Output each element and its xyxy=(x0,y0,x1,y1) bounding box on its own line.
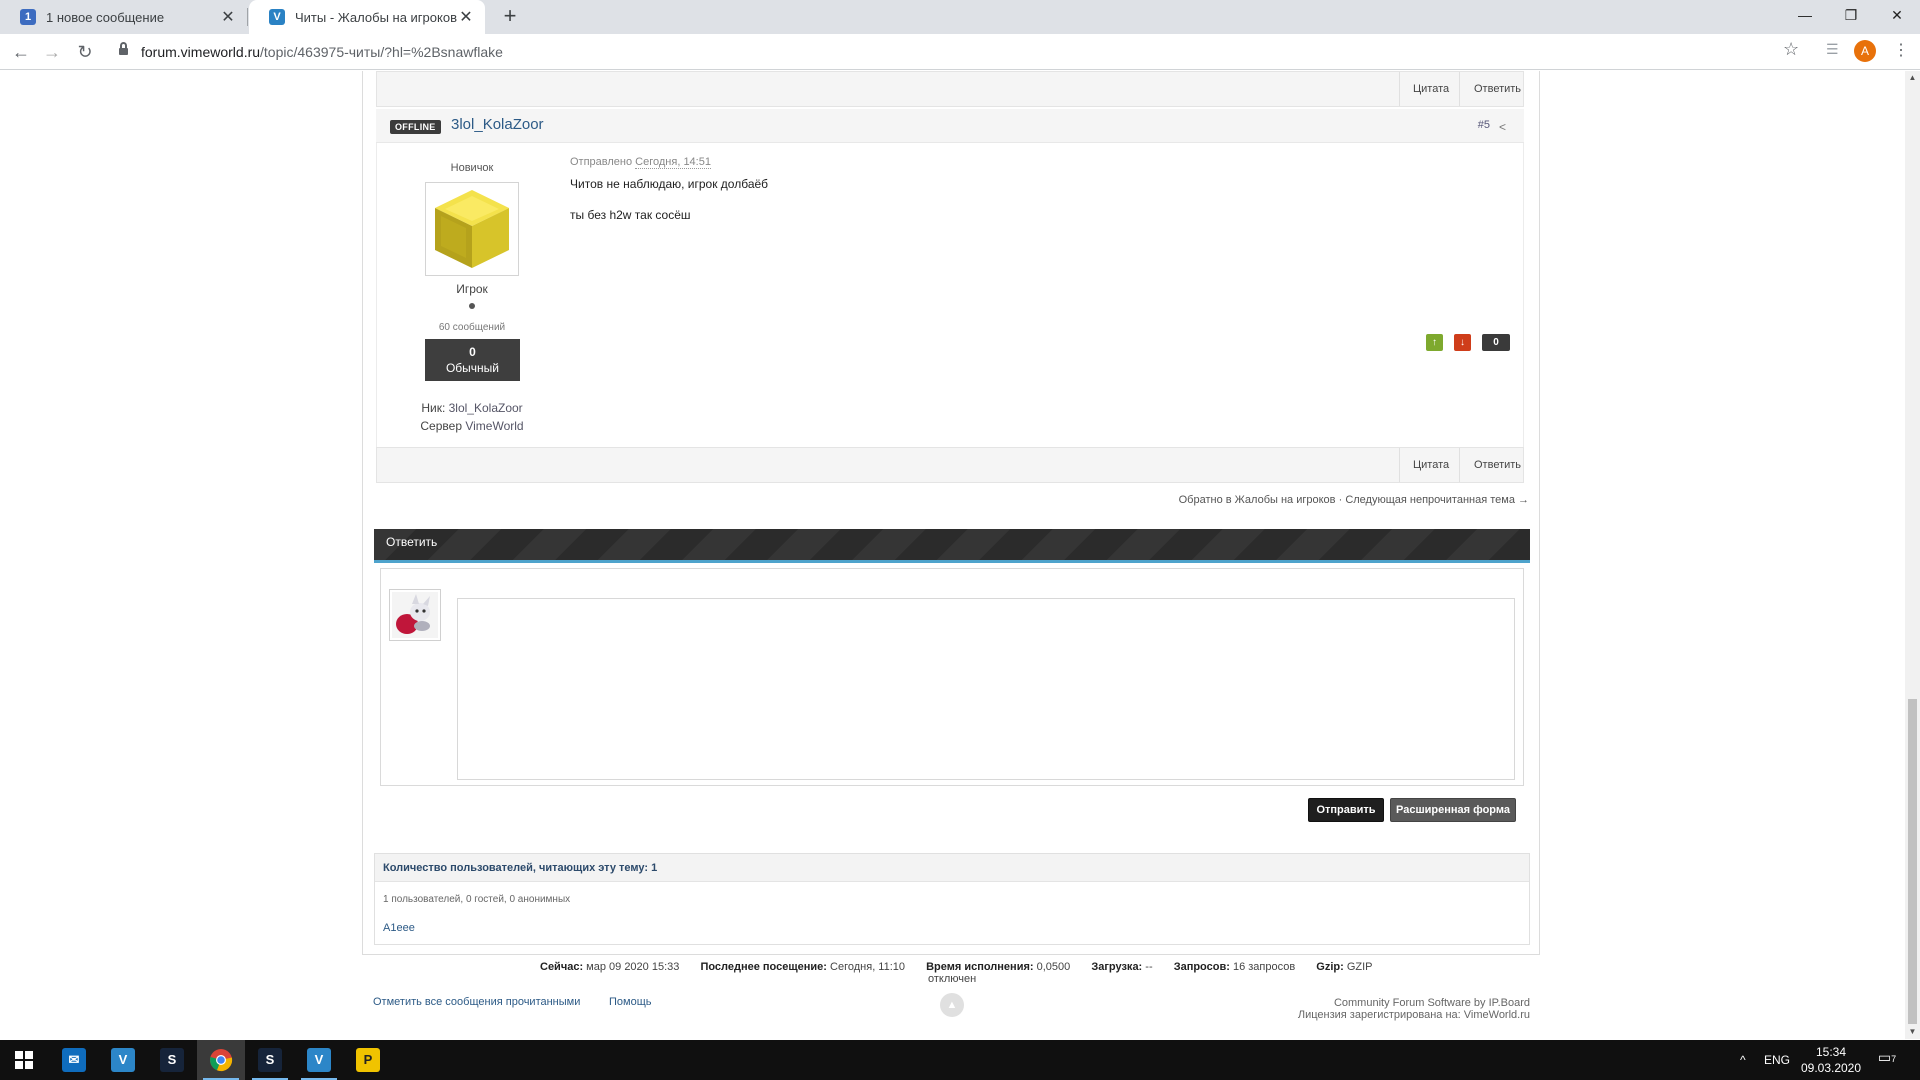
reply-header: Ответить xyxy=(374,529,1530,563)
post-number-link[interactable]: #5 xyxy=(1478,119,1490,131)
post-author-link[interactable]: 3lol_KolaZoor xyxy=(451,116,544,133)
custom-fields: Ник: 3lol_KolaZoor Сервер VimeWorld xyxy=(377,399,567,435)
vimeworld-icon[interactable]: V xyxy=(99,1040,147,1080)
gold-block-icon xyxy=(435,190,509,268)
minimize-icon[interactable]: — xyxy=(1782,0,1828,30)
reputation-value: 0 xyxy=(469,345,476,359)
active-readers: Количество пользователей, читающих эту т… xyxy=(374,853,1530,945)
post-body: Новичок Игрок 60 сообщений 0 Обычный Ник… xyxy=(376,143,1524,447)
tab-messages[interactable]: 1 1 новое сообщение ✕ xyxy=(0,0,247,34)
send-button[interactable]: Отправить xyxy=(1308,798,1384,822)
tab-divider xyxy=(247,8,248,26)
post-date: Сегодня, 14:51 xyxy=(635,156,711,169)
back-to-forum-link[interactable]: Обратно в Жалобы на игроков xyxy=(1179,494,1336,506)
window-close-icon[interactable]: ✕ xyxy=(1874,0,1920,30)
rank-title: Новичок xyxy=(450,162,494,174)
quote-button[interactable]: Цитата xyxy=(1405,448,1457,482)
scroll-down-icon[interactable]: ▼ xyxy=(1905,1025,1920,1039)
share-icon[interactable]: < xyxy=(1499,120,1506,134)
page-stats: Сейчас: мар 09 2020 15:33 Последнее посе… xyxy=(540,961,1373,985)
post-text-line: Читов не наблюдаю, игрок долбаёб xyxy=(570,177,769,191)
rep-down-icon[interactable]: ↓ xyxy=(1454,334,1471,351)
reply-button[interactable]: Ответить xyxy=(1466,72,1529,106)
lock-icon[interactable] xyxy=(119,42,128,56)
tab-favicon-icon: 1 xyxy=(20,9,36,25)
browser-toolbar: ← → ↻ forum.vimeworld.ru/topic/463975-чи… xyxy=(0,34,1920,70)
rank-pip-icon xyxy=(469,303,475,309)
tab-title: 1 новое сообщение xyxy=(46,9,165,25)
status-badge: OFFLINE xyxy=(390,120,441,134)
steam-icon[interactable]: S xyxy=(246,1040,294,1080)
mail-icon[interactable]: ✉ xyxy=(50,1040,98,1080)
next-unread-link[interactable]: Следующая непрочитанная тема → xyxy=(1345,494,1529,506)
post-meta: Отправлено Сегодня, 14:51 xyxy=(570,156,711,169)
readers-header: Количество пользователей, читающих эту т… xyxy=(375,854,1529,882)
page-viewport: Цитата Ответить OFFLINE 3lol_KolaZoor #5… xyxy=(0,71,1905,1039)
page-scrollbar[interactable]: ▲ ▼ xyxy=(1905,71,1920,1039)
full-editor-button[interactable]: Расширенная форма xyxy=(1390,798,1516,822)
menu-icon[interactable]: ⋮ xyxy=(1893,40,1909,62)
member-group: Игрок xyxy=(456,282,488,296)
mark-all-read-link[interactable]: Отметить все сообщения прочитанными xyxy=(373,996,580,1008)
windows-start-icon[interactable] xyxy=(0,1040,48,1080)
url-text[interactable]: forum.vimeworld.ru/topic/463975-читы/?hl… xyxy=(141,44,503,60)
author-info: Новичок Игрок 60 сообщений 0 Обычный Ник… xyxy=(377,143,567,447)
quote-button[interactable]: Цитата xyxy=(1405,72,1457,106)
chrome-icon[interactable] xyxy=(197,1040,245,1080)
my-avatar xyxy=(389,589,441,641)
notification-icon[interactable]: ▭7 xyxy=(1876,1049,1898,1071)
restore-icon[interactable]: ❐ xyxy=(1828,0,1874,30)
taskbar-clock[interactable]: 15:34 09.03.2020 xyxy=(1796,1044,1866,1076)
tab-topic[interactable]: V Читы - Жалобы на игроков - Vi ✕ xyxy=(249,0,485,34)
user-avatar-icon xyxy=(392,592,438,638)
nick-field: Ник: 3lol_KolaZoor xyxy=(421,401,523,415)
steam-icon[interactable]: S xyxy=(148,1040,196,1080)
forum-credits: Community Forum Software by IP.Board Лиц… xyxy=(1297,997,1530,1021)
rep-up-icon[interactable]: ↑ xyxy=(1426,334,1443,351)
scroll-thumb[interactable] xyxy=(1908,699,1917,1024)
server-field: Сервер VimeWorld xyxy=(420,419,524,433)
topic-navigation: Обратно в Жалобы на игроков · Следующая … xyxy=(1178,494,1529,506)
new-tab-plus-icon[interactable]: + xyxy=(498,5,522,29)
reply-button[interactable]: Ответить xyxy=(1466,448,1529,482)
language-indicator[interactable]: ENG xyxy=(1764,1040,1790,1080)
scroll-to-top-icon[interactable]: ▲ xyxy=(940,993,964,1017)
windows-taskbar: ✉ V S S V P ^ ENG 15:34 09.03.2020 ▭7 xyxy=(0,1040,1920,1080)
extension-icon[interactable]: ☰ xyxy=(1826,41,1846,61)
fast-reply-box: Отправить Расширенная форма xyxy=(380,568,1524,822)
profile-avatar[interactable]: A xyxy=(1854,40,1876,62)
close-icon[interactable]: ✕ xyxy=(457,8,475,26)
vimeworld-icon[interactable]: V xyxy=(295,1040,343,1080)
readers-summary: 1 пользователей, 0 гостей, 0 анонимных xyxy=(383,894,571,905)
tab-title: Читы - Жалобы на игроков - Vi xyxy=(295,9,457,25)
chevron-up-icon[interactable]: ^ xyxy=(1740,1040,1746,1080)
post-controls: Цитата Ответить xyxy=(376,447,1524,483)
forward-icon[interactable]: → xyxy=(40,40,64,64)
scroll-up-icon[interactable]: ▲ xyxy=(1905,71,1920,85)
close-icon[interactable]: ✕ xyxy=(219,8,237,26)
reply-textarea[interactable] xyxy=(457,598,1515,780)
address-bar[interactable]: forum.vimeworld.ru/topic/463975-читы/?hl… xyxy=(107,38,1787,66)
post-controls-prev: Цитата Ответить xyxy=(376,71,1524,107)
star-icon[interactable]: ☆ xyxy=(1783,39,1799,60)
author-avatar[interactable] xyxy=(425,182,519,276)
tab-strip: 1 1 новое сообщение ✕ V Читы - Жалобы на… xyxy=(0,0,1920,34)
vimeworld-favicon-icon: V xyxy=(269,9,285,25)
reputation-label: Обычный xyxy=(445,361,500,375)
rep-score: 0 xyxy=(1482,334,1510,351)
reputation-box: 0 Обычный xyxy=(425,339,520,381)
post-text-line: ты без h2w так сосёш xyxy=(570,208,691,222)
post-count: 60 сообщений xyxy=(438,322,506,333)
post-header: OFFLINE 3lol_KolaZoor #5 < xyxy=(376,109,1524,143)
help-link[interactable]: Помощь xyxy=(609,996,652,1008)
back-icon[interactable]: ← xyxy=(9,40,33,64)
reload-icon[interactable]: ↻ xyxy=(73,40,97,64)
reader-user-link[interactable]: A1eee xyxy=(383,922,415,934)
launcher-icon[interactable]: P xyxy=(344,1040,392,1080)
